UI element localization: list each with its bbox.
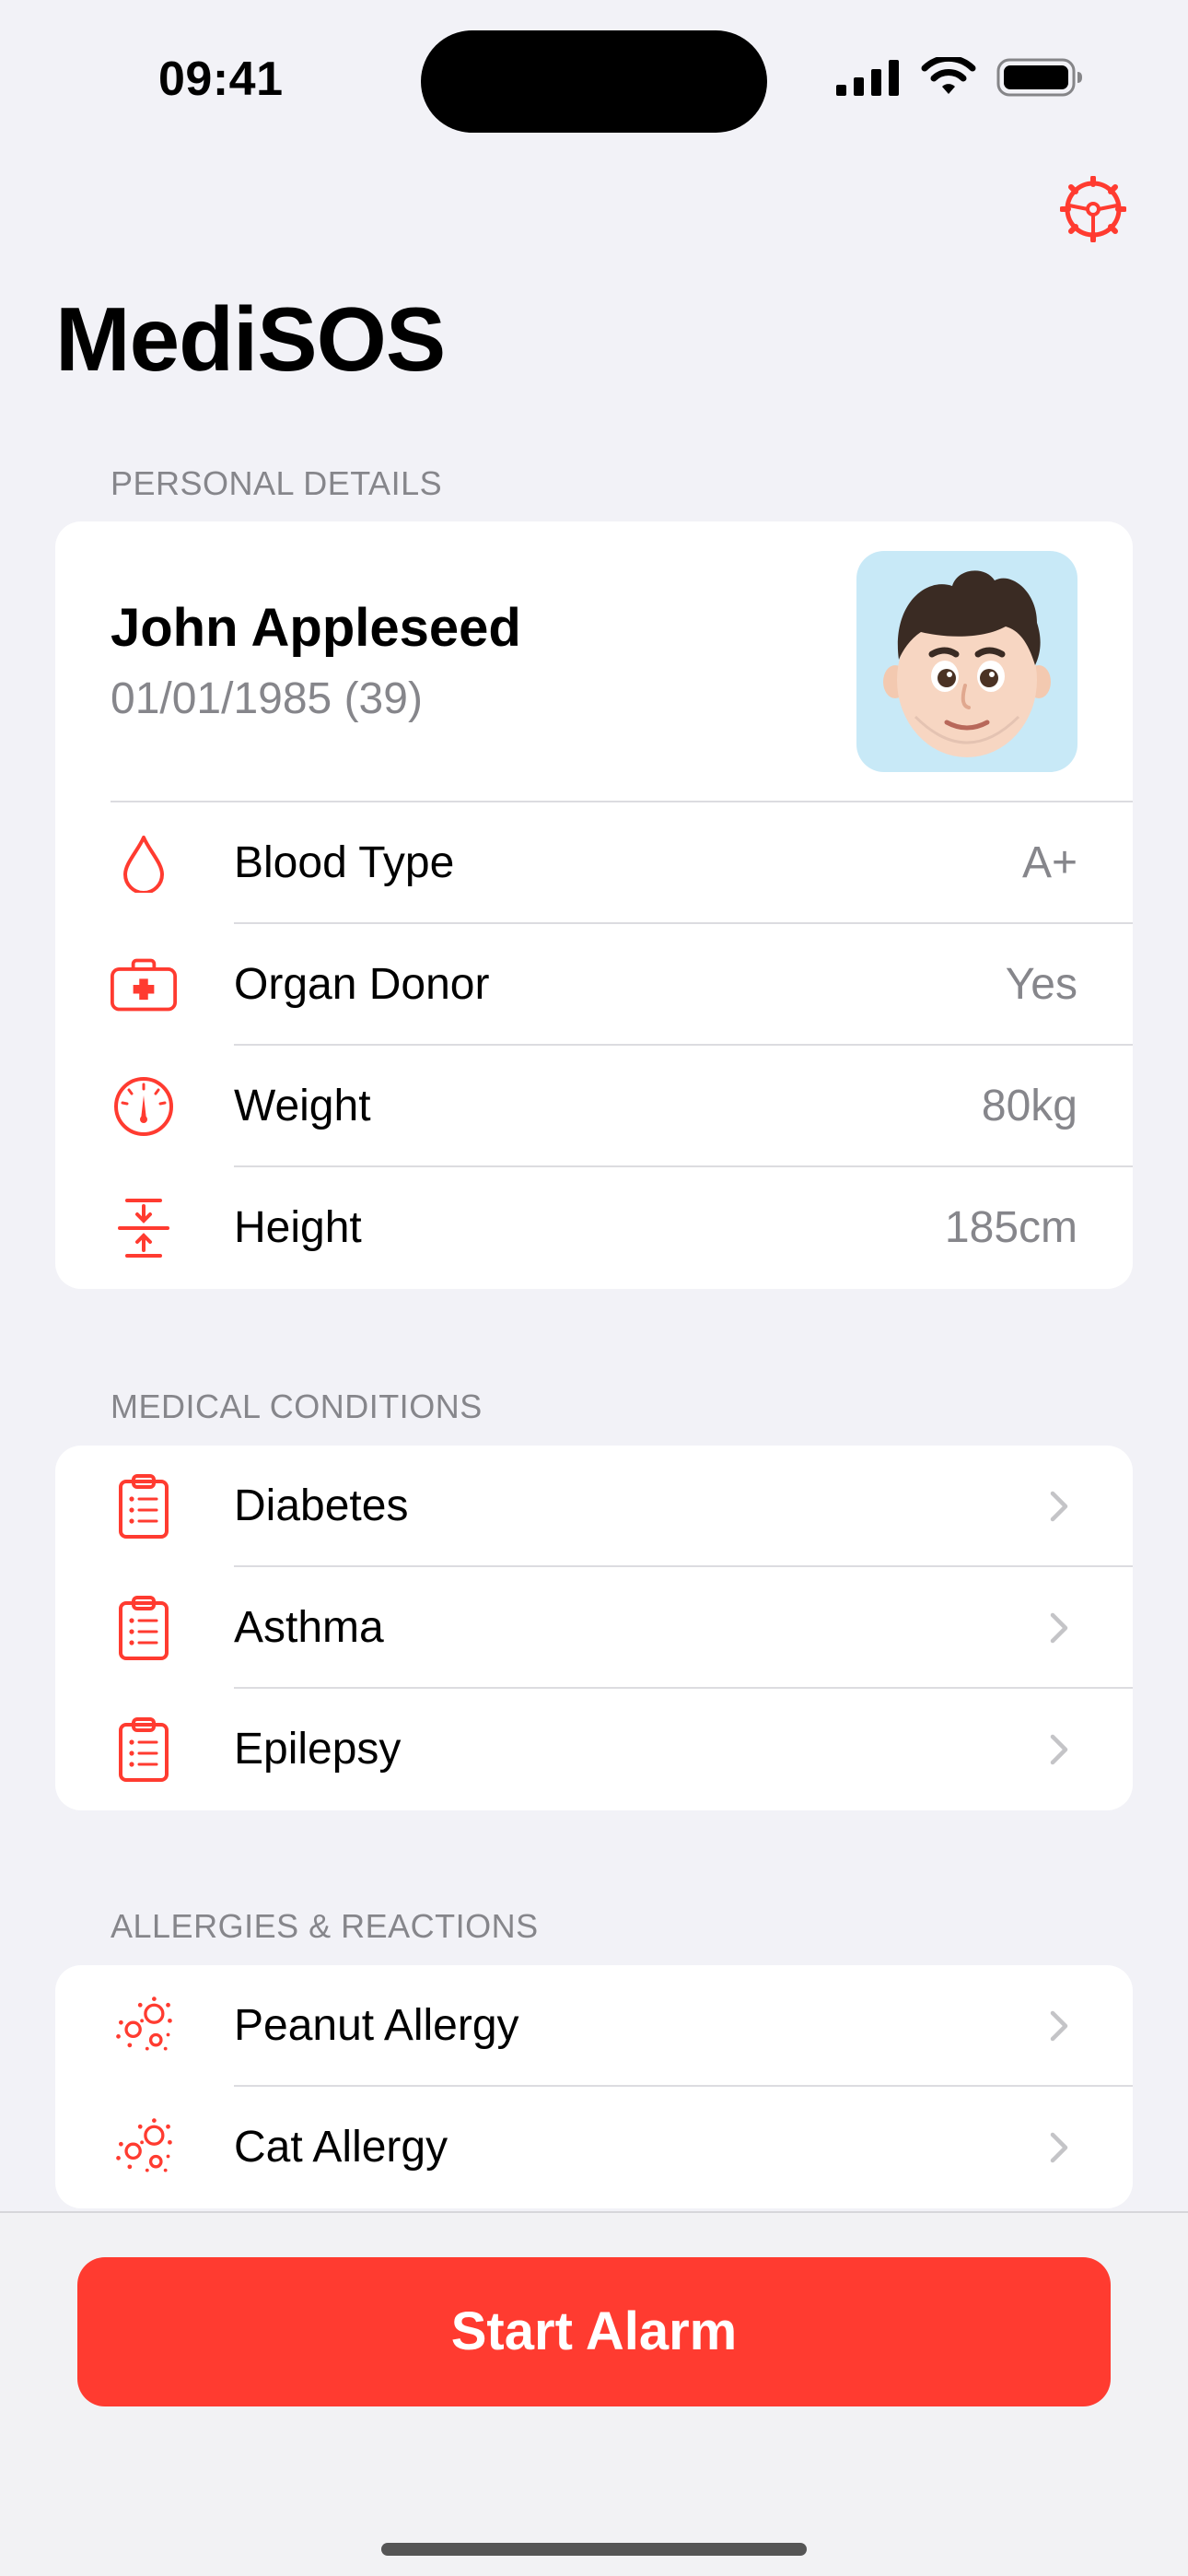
- row-label: Blood Type: [234, 838, 455, 887]
- row-value: 80kg: [981, 1082, 1077, 1130]
- drop-icon: [111, 830, 177, 896]
- clipboard-icon: [111, 1473, 177, 1540]
- avatar[interactable]: [856, 551, 1077, 772]
- height-icon: [111, 1195, 177, 1261]
- row-value: 185cm: [944, 1203, 1077, 1252]
- section-header-personal: PERSONAL DETAILS: [111, 464, 443, 502]
- bottom-action-bar: Start Alarm: [0, 2211, 1188, 2576]
- profile-name: John Appleseed: [111, 598, 521, 658]
- battery-icon: [996, 57, 1083, 102]
- blood-type-row[interactable]: Blood Type A+: [55, 802, 1133, 924]
- allergy-row-cat[interactable]: Cat Allergy: [55, 2087, 1133, 2208]
- organ-donor-row[interactable]: Organ Donor Yes: [55, 924, 1133, 1046]
- status-bar: 09:41: [0, 0, 1188, 147]
- clipboard-icon: [111, 1595, 177, 1661]
- height-row[interactable]: Height 185cm: [55, 1167, 1133, 1289]
- condition-row-asthma[interactable]: Asthma: [55, 1567, 1133, 1689]
- status-icons: [836, 54, 1083, 102]
- allergy-row-peanut[interactable]: Peanut Allergy: [55, 1965, 1133, 2087]
- row-value: Yes: [1005, 960, 1077, 1009]
- dynamic-island: [421, 30, 767, 133]
- weight-row[interactable]: Weight 80kg: [55, 1046, 1133, 1167]
- chevron-right-icon: [1041, 1610, 1077, 1646]
- section-header-conditions: MEDICAL CONDITIONS: [111, 1388, 483, 1425]
- personal-details-card: John Appleseed 01/01/1985 (39) Blood Typ…: [55, 521, 1133, 1289]
- gauge-icon: [111, 1073, 177, 1140]
- home-indicator[interactable]: [381, 2543, 807, 2556]
- chevron-right-icon: [1041, 2008, 1077, 2044]
- section-header-allergies: ALLERGIES & REACTIONS: [111, 1907, 539, 1945]
- row-label: Cat Allergy: [234, 2123, 448, 2172]
- row-label: Height: [234, 1203, 362, 1252]
- start-alarm-button[interactable]: Start Alarm: [77, 2257, 1111, 2406]
- medical-kit-icon: [111, 952, 177, 1018]
- row-label: Diabetes: [234, 1481, 409, 1530]
- chevron-right-icon: [1041, 2129, 1077, 2166]
- settings-button[interactable]: [1059, 174, 1127, 247]
- clipboard-icon: [111, 1716, 177, 1783]
- allergen-icon: [111, 2114, 177, 2181]
- cellular-signal-icon: [836, 59, 901, 100]
- condition-row-epilepsy[interactable]: Epilepsy: [55, 1689, 1133, 1810]
- status-time: 09:41: [158, 53, 284, 106]
- chevron-right-icon: [1041, 1731, 1077, 1768]
- profile-row[interactable]: John Appleseed 01/01/1985 (39): [55, 521, 1133, 802]
- profile-dob: 01/01/1985 (39): [111, 674, 423, 723]
- allergen-icon: [111, 1993, 177, 2059]
- wifi-icon: [921, 54, 976, 102]
- condition-row-diabetes[interactable]: Diabetes: [55, 1446, 1133, 1567]
- chevron-right-icon: [1041, 1488, 1077, 1525]
- row-label: Epilepsy: [234, 1725, 402, 1774]
- row-label: Asthma: [234, 1603, 384, 1652]
- row-label: Peanut Allergy: [234, 2001, 519, 2050]
- row-label: Organ Donor: [234, 960, 490, 1009]
- medical-conditions-card: Diabetes Asthma Epilepsy: [55, 1446, 1133, 1810]
- row-value: A+: [1021, 838, 1077, 887]
- app-title: MediSOS: [55, 288, 446, 390]
- allergies-card: Peanut Allergy Cat Allergy: [55, 1965, 1133, 2208]
- steering-wheel-icon: [1059, 174, 1127, 247]
- row-label: Weight: [234, 1082, 371, 1130]
